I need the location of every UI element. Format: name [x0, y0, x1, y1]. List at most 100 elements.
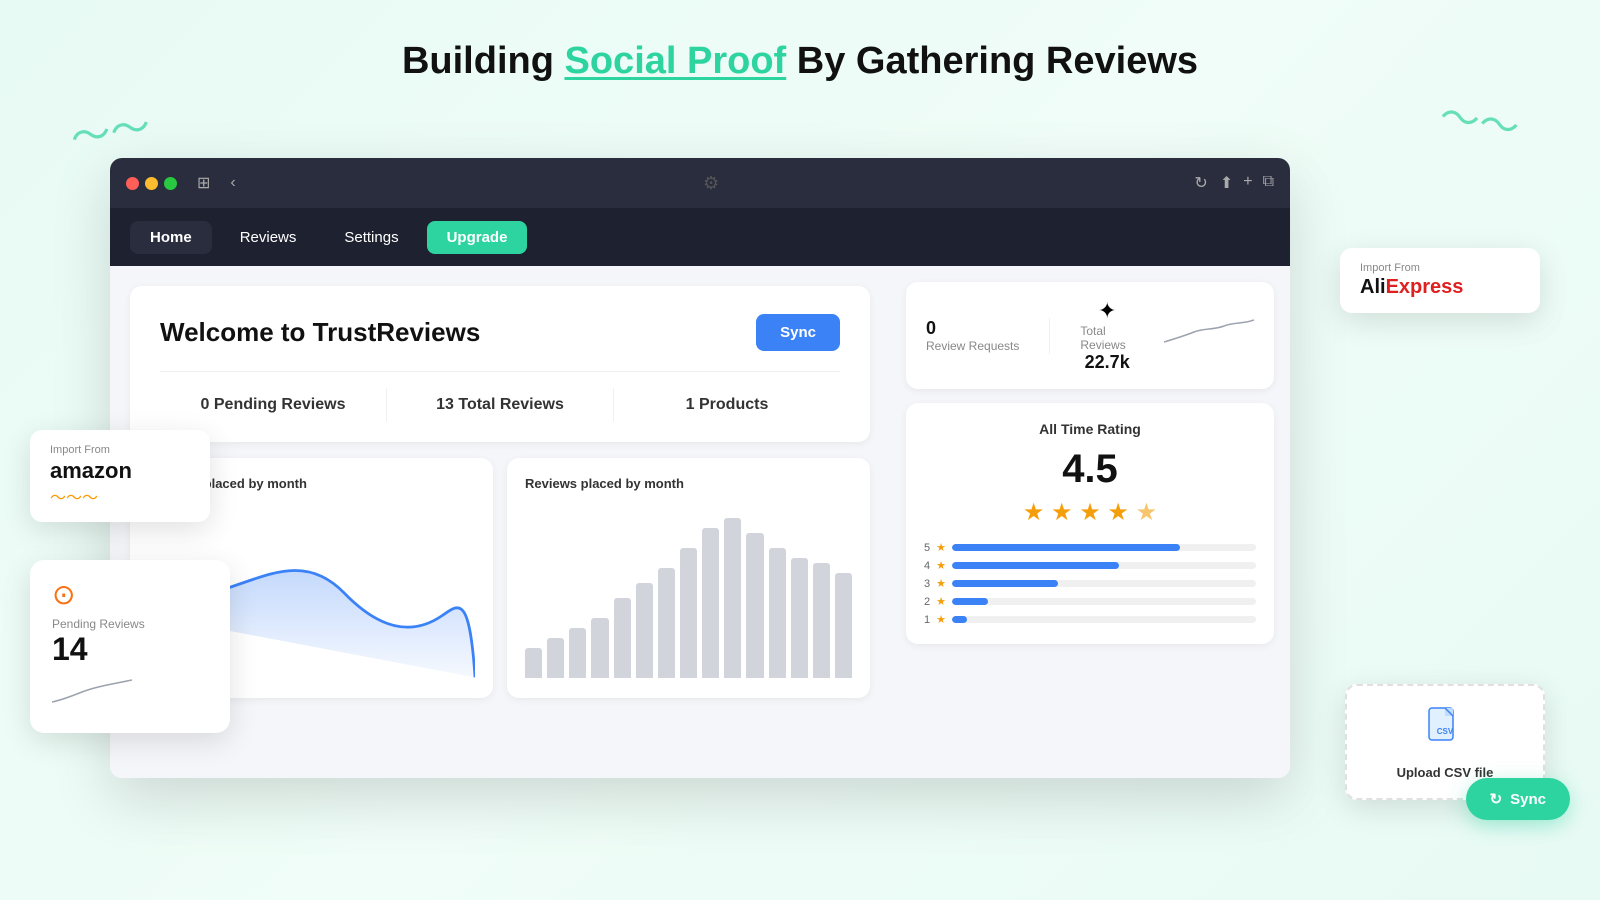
nav-item-upgrade[interactable]: Upgrade	[427, 221, 528, 254]
browser-window: ⊞ ‹ ⚙ ↻ ⬆ + ⧉ Home Reviews Settings Upgr…	[110, 158, 1290, 778]
nav-item-settings[interactable]: Settings	[324, 221, 418, 254]
stat-pending-reviews: 0 Pending Reviews	[160, 388, 387, 422]
right-panel: 0 Review Requests ✦ Total Reviews 22.7k …	[890, 266, 1290, 778]
bar-3	[569, 628, 586, 678]
sync-button[interactable]: Sync	[756, 314, 840, 351]
star-icon-5: ★	[936, 541, 946, 554]
amazon-logo: amazon	[50, 458, 190, 484]
bar-fill-1	[952, 616, 967, 623]
bar-track-4	[952, 562, 1256, 569]
browser-refresh-icon[interactable]: ↻	[1194, 173, 1207, 193]
sync-icon: ↻	[1490, 790, 1503, 808]
star-2: ★	[1051, 499, 1073, 526]
bar-9	[702, 528, 719, 678]
aliexpress-prefix-label: Import From	[1360, 262, 1520, 274]
browser-back-icon[interactable]: ‹	[230, 174, 235, 192]
total-reviews-count: 22.7k	[1085, 352, 1130, 373]
bar-5	[614, 598, 631, 678]
bar-track-1	[952, 616, 1256, 623]
pending-value: 14	[52, 631, 208, 668]
bar-chart-area	[525, 503, 852, 683]
pending-chart	[52, 668, 208, 715]
aliexpress-logo: AliExpress	[1360, 276, 1520, 299]
star-icon-3: ★	[936, 577, 946, 590]
rating-value: 4.5	[924, 447, 1256, 492]
rating-bars: 5 ★ 4 ★ 3 ★	[924, 541, 1256, 626]
svg-text:CSV: CSV	[1437, 727, 1454, 736]
csv-icon: CSV	[1369, 704, 1521, 757]
bar-4	[591, 618, 608, 678]
bar-1	[525, 648, 542, 678]
bar-track-3	[952, 580, 1256, 587]
stats-row: 0 Pending Reviews 13 Total Reviews 1 Pro…	[160, 371, 840, 422]
nav-item-home[interactable]: Home	[130, 221, 212, 254]
nav-bar: Home Reviews Settings Upgrade	[110, 208, 1290, 266]
browser-share-icon[interactable]: ⬆	[1220, 173, 1233, 193]
float-sync-button[interactable]: ↻ Sync	[1466, 778, 1570, 820]
traffic-lights	[126, 177, 177, 190]
total-reviews-chart	[1164, 314, 1254, 357]
import-amazon-card[interactable]: Import From amazon 〜〜〜	[30, 430, 210, 522]
bar-chart-card: Reviews placed by month	[507, 458, 870, 698]
bar-11	[746, 533, 763, 678]
charts-row: Reviews placed by month	[130, 458, 870, 698]
star-icon-1: ★	[936, 613, 946, 626]
bar-7	[658, 568, 675, 678]
welcome-title: Welcome to TrustReviews	[160, 317, 480, 348]
pending-label: Pending Reviews	[52, 617, 208, 631]
bar-chart-title: Reviews placed by month	[525, 476, 852, 491]
stat-products: 1 Products	[614, 388, 840, 422]
rating-card: All Time Rating 4.5 ★ ★ ★ ★ ★ 5 ★	[906, 403, 1274, 644]
star-icon: ✦	[1098, 298, 1116, 324]
star-1: ★	[1023, 499, 1045, 526]
browser-add-tab-icon[interactable]: +	[1243, 173, 1252, 193]
import-aliexpress-card[interactable]: Import From AliExpress	[1340, 248, 1540, 313]
welcome-card: Welcome to TrustReviews Sync 0 Pending R…	[130, 286, 870, 442]
bar-fill-4	[952, 562, 1119, 569]
close-button[interactable]	[126, 177, 139, 190]
review-requests-item: 0 Review Requests	[926, 318, 1019, 353]
bar-fill-3	[952, 580, 1058, 587]
maximize-button[interactable]	[164, 177, 177, 190]
rating-stars: ★ ★ ★ ★ ★	[924, 498, 1256, 527]
bar-8	[680, 548, 697, 678]
total-reviews-label: Total Reviews	[1080, 324, 1134, 352]
rating-bar-2: 2 ★	[924, 595, 1256, 608]
rating-bar-3: 3 ★	[924, 577, 1256, 590]
review-requests-card: 0 Review Requests ✦ Total Reviews 22.7k	[906, 282, 1274, 389]
star-4: ★	[1107, 499, 1129, 526]
pending-reviews-card: ⊙ Pending Reviews 14	[30, 560, 230, 733]
star-icon-4: ★	[936, 559, 946, 572]
page-title: Building Social Proof By Gathering Revie…	[0, 0, 1600, 113]
rating-bar-1: 1 ★	[924, 613, 1256, 626]
rating-title: All Time Rating	[924, 421, 1256, 437]
minimize-button[interactable]	[145, 177, 158, 190]
star-5-half: ★	[1136, 499, 1158, 526]
sync-label: Sync	[1510, 791, 1546, 808]
rating-bar-5: 5 ★	[924, 541, 1256, 554]
star-icon-2: ★	[936, 595, 946, 608]
browser-chrome: ⊞ ‹ ⚙ ↻ ⬆ + ⧉	[110, 158, 1290, 208]
bar-13	[791, 558, 808, 678]
rating-bar-4: 4 ★	[924, 559, 1256, 572]
browser-address-bar[interactable]: ⚙	[248, 173, 1175, 194]
review-requests-count: 0	[926, 318, 1019, 339]
amazon-prefix-label: Import From	[50, 444, 190, 456]
amazon-smile-icon: 〜〜〜	[50, 484, 190, 508]
main-content: Welcome to TrustReviews Sync 0 Pending R…	[110, 266, 1290, 778]
browser-duplicate-icon[interactable]: ⧉	[1263, 173, 1274, 193]
review-requests-label: Review Requests	[926, 339, 1019, 353]
star-3: ★	[1079, 499, 1101, 526]
bar-6	[636, 583, 653, 678]
nav-item-reviews[interactable]: Reviews	[220, 221, 317, 254]
bar-track-5	[952, 544, 1256, 551]
bar-track-2	[952, 598, 1256, 605]
bar-2	[547, 638, 564, 678]
bar-14	[813, 563, 830, 678]
browser-sidebar-icon: ⊞	[197, 173, 210, 193]
bar-15	[835, 573, 852, 678]
bar-12	[769, 548, 786, 678]
bar-fill-2	[952, 598, 988, 605]
bar-10	[724, 518, 741, 678]
bar-fill-5	[952, 544, 1180, 551]
